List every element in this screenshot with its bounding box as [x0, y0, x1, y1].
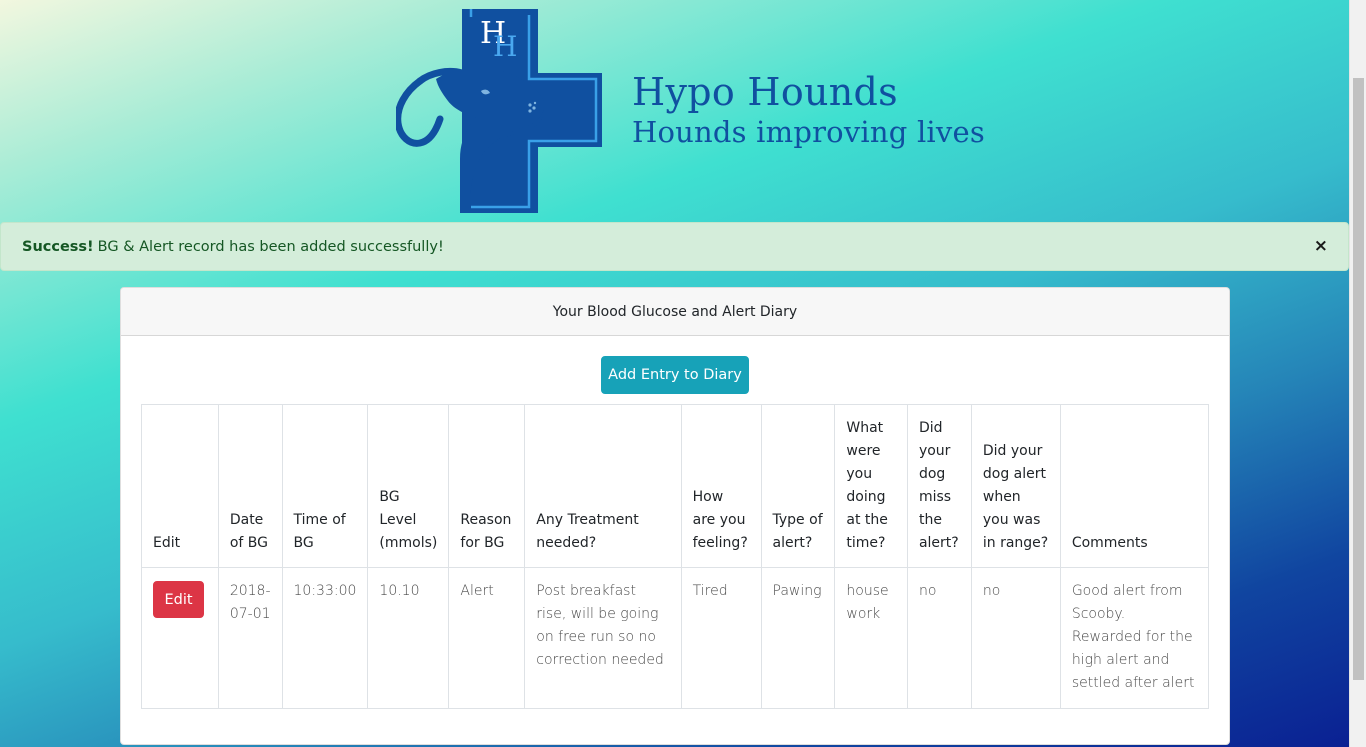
svg-text:H: H [493, 30, 517, 63]
feeling-cell: Tired [680, 567, 762, 709]
column-header: BG Level (mmols) [367, 404, 450, 568]
table-header-row: Edit Date of BG Time of BG BG Level (mmo… [141, 404, 1210, 568]
treatment-cell: Post breakfast rise, will be going on fr… [524, 567, 682, 709]
column-header: Any Treatment needed? [524, 404, 682, 568]
column-header: Date of BG [217, 404, 283, 568]
close-icon[interactable]: × [1314, 236, 1328, 256]
alert-in-range-cell: no [970, 567, 1061, 709]
alert-message: BG & Alert record has been added success… [97, 238, 444, 255]
table-row: Edit 2018-07-01 10:33:00 10.10 Alert Pos… [141, 567, 1210, 709]
page: H H Hypo Hounds Hounds improving lives S… [0, 0, 1349, 747]
doing-cell: house work [834, 567, 908, 709]
diary-card: Your Blood Glucose and Alert Diary Add E… [120, 287, 1230, 745]
time-cell: 10:33:00 [281, 567, 369, 709]
diary-table: Edit Date of BG Time of BG BG Level (mmo… [141, 404, 1210, 709]
alert-type-cell: Pawing [760, 567, 836, 709]
edit-cell: Edit [141, 567, 219, 709]
column-header: How are you feeling? [680, 404, 762, 568]
add-entry-button[interactable]: Add Entry to Diary [601, 356, 749, 394]
alert-strong-label: Success! [22, 238, 94, 255]
edit-button[interactable]: Edit [153, 581, 204, 618]
success-alert: Success! BG & Alert record has been adde… [0, 222, 1349, 271]
date-cell: 2018-07-01 [217, 567, 283, 709]
brand-tagline: Hounds improving lives [632, 115, 985, 149]
vertical-scrollbar[interactable] [1349, 0, 1366, 747]
comments-cell: Good alert from Scooby. Rewarded for the… [1059, 567, 1210, 709]
card-title: Your Blood Glucose and Alert Diary [121, 288, 1229, 336]
column-header: Comments [1059, 404, 1210, 568]
column-header: Edit [141, 404, 219, 568]
column-header: Reason for BG [448, 404, 526, 568]
column-header: Time of BG [281, 404, 369, 568]
scrollbar-thumb[interactable] [1353, 78, 1364, 680]
brand: Hypo Hounds Hounds improving lives [632, 70, 985, 150]
hypo-hounds-logo: H H [396, 9, 602, 213]
brand-name: Hypo Hounds [632, 70, 898, 114]
column-header: Did your dog alert when you was in range… [970, 404, 1061, 568]
column-header: Did your dog miss the alert? [906, 404, 972, 568]
column-header: What were you doing at the time? [834, 404, 908, 568]
reason-cell: Alert [448, 567, 526, 709]
missed-cell: no [906, 567, 972, 709]
level-cell: 10.10 [367, 567, 450, 709]
column-header: Type of alert? [760, 404, 836, 568]
